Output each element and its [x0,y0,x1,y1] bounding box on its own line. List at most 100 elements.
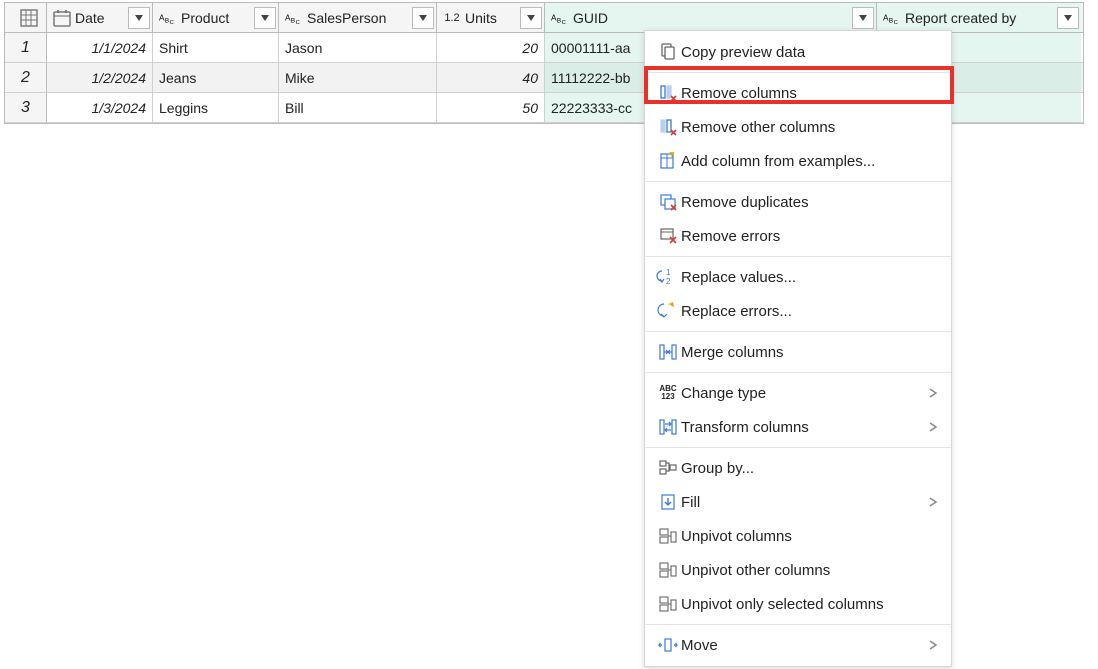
menu-label: Replace values... [681,269,941,286]
menu-transform-columns[interactable]: Transform columns [645,410,951,444]
menu-remove-errors[interactable]: Remove errors [645,219,951,253]
cell-date[interactable]: 1/2/2024 [47,63,153,92]
menu-label: Copy preview data [681,44,941,61]
fill-icon [655,492,681,512]
text-type-icon: ABC [551,9,569,27]
svg-text:C: C [562,20,566,26]
menu-move[interactable]: Move [645,628,951,662]
column-label: Product [181,10,252,26]
menu-unpivot-columns[interactable]: Unpivot columns [645,519,951,553]
move-icon [655,635,681,655]
menu-copy-preview-data[interactable]: Copy preview data [645,35,951,69]
transform-columns-icon [655,417,681,437]
svg-text:C: C [296,20,300,26]
merge-columns-icon [655,342,681,362]
column-header-units[interactable]: 1.2 Units [437,3,545,32]
remove-errors-icon [655,226,681,246]
add-column-from-examples-icon [655,151,681,171]
menu-separator [645,331,951,332]
cell-date[interactable]: 1/1/2024 [47,33,153,62]
svg-text:1: 1 [666,268,671,277]
menu-label: Replace errors... [681,303,941,320]
submenu-arrow-icon [925,419,941,435]
svg-text:C: C [170,20,174,26]
menu-separator [645,447,951,448]
menu-label: Transform columns [681,419,925,436]
menu-label: Remove columns [681,85,941,102]
column-header-guid[interactable]: ABC GUID [545,3,877,32]
column-label: GUID [573,10,852,26]
column-filter-dropdown[interactable] [852,7,874,29]
menu-replace-errors[interactable]: ! Replace errors... [645,294,951,328]
cell-units[interactable]: 40 [437,63,545,92]
menu-label: Unpivot only selected columns [681,596,941,613]
menu-label: Remove errors [681,228,941,245]
unpivot-other-icon [655,560,681,580]
cell-units[interactable]: 50 [437,93,545,122]
text-type-icon: ABC [159,9,177,27]
column-filter-dropdown[interactable] [1057,7,1079,29]
column-header-product[interactable]: ABC Product [153,3,279,32]
menu-separator [645,181,951,182]
row-number[interactable]: 3 [5,93,47,122]
corner-select-cell[interactable] [5,3,47,32]
column-context-menu: Copy preview data Remove columns Remove … [644,30,952,667]
menu-label: Unpivot columns [681,528,941,545]
menu-fill[interactable]: Fill [645,485,951,519]
column-label: Units [465,10,518,26]
svg-text:2: 2 [666,277,671,286]
menu-merge-columns[interactable]: Merge columns [645,335,951,369]
svg-text:C: C [894,20,898,26]
menu-remove-other-columns[interactable]: Remove other columns [645,110,951,144]
number-type-icon: 1.2 [443,9,461,27]
menu-unpivot-selected-columns[interactable]: Unpivot only selected columns [645,587,951,621]
menu-separator [645,72,951,73]
replace-errors-icon: ! [655,301,681,321]
menu-replace-values[interactable]: 12 Replace values... [645,260,951,294]
menu-separator [645,372,951,373]
menu-label: Change type [681,385,925,402]
submenu-arrow-icon [925,385,941,401]
menu-change-type[interactable]: ABC 123 Change type [645,376,951,410]
menu-add-column-from-examples[interactable]: Add column from examples... [645,144,951,178]
cell-date[interactable]: 1/3/2024 [47,93,153,122]
cell-salesperson[interactable]: Jason [279,33,437,62]
cell-salesperson[interactable]: Bill [279,93,437,122]
menu-label: Merge columns [681,344,941,361]
submenu-arrow-icon [925,637,941,653]
cell-product[interactable]: Shirt [153,33,279,62]
column-filter-dropdown[interactable] [412,7,434,29]
menu-separator [645,624,951,625]
remove-columns-icon [655,83,681,103]
menu-label: Move [681,637,925,654]
remove-duplicates-icon [655,192,681,212]
column-header-date[interactable]: Date [47,3,153,32]
cell-units[interactable]: 20 [437,33,545,62]
submenu-arrow-icon [925,494,941,510]
row-number[interactable]: 2 [5,63,47,92]
menu-remove-columns[interactable]: Remove columns [645,76,951,110]
remove-other-columns-icon [655,117,681,137]
svg-text:!: ! [670,303,671,309]
column-filter-dropdown[interactable] [520,7,542,29]
unpivot-icon [655,526,681,546]
cell-product[interactable]: Jeans [153,63,279,92]
menu-label: Remove duplicates [681,194,941,211]
menu-label: Remove other columns [681,119,941,136]
column-filter-dropdown[interactable] [254,7,276,29]
menu-label: Fill [681,494,925,511]
menu-remove-duplicates[interactable]: Remove duplicates [645,185,951,219]
column-header-salesperson[interactable]: ABC SalesPerson [279,3,437,32]
menu-group-by[interactable]: Group by... [645,451,951,485]
cell-salesperson[interactable]: Mike [279,63,437,92]
unpivot-selected-icon [655,594,681,614]
text-type-icon: ABC [285,9,303,27]
column-header-report-created-by[interactable]: ABC Report created by [877,3,1081,32]
menu-separator [645,256,951,257]
menu-unpivot-other-columns[interactable]: Unpivot other columns [645,553,951,587]
table-icon [20,9,38,27]
column-label: SalesPerson [307,10,410,26]
cell-product[interactable]: Leggins [153,93,279,122]
row-number[interactable]: 1 [5,33,47,62]
column-filter-dropdown[interactable] [128,7,150,29]
